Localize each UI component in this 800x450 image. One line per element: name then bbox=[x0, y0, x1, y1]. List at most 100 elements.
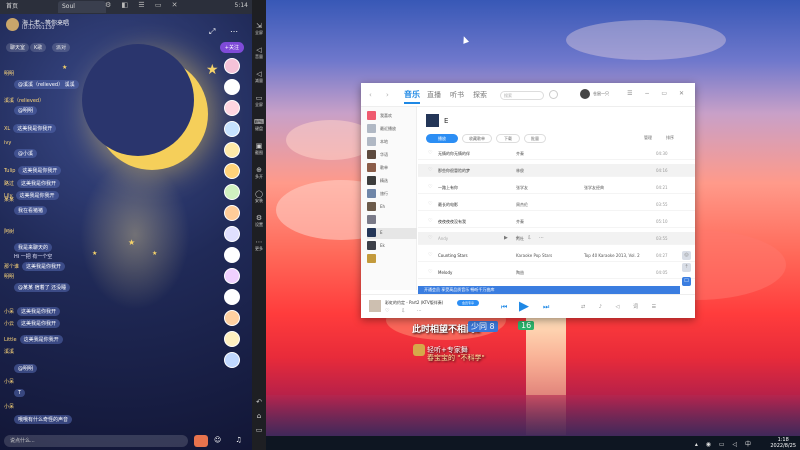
song-artist[interactable]: 周杰伦 bbox=[516, 202, 528, 208]
chat-username[interactable]: 溪溪（relieved） bbox=[4, 98, 44, 104]
sidebar-playlist-item[interactable]: 我喜欢 bbox=[367, 111, 417, 122]
sidebar-playlist-item[interactable]: 本地 bbox=[367, 137, 417, 148]
emulator-button[interactable]: ◁ 音量 bbox=[252, 46, 266, 59]
tab-explore[interactable]: 探索 bbox=[473, 90, 487, 100]
song-title[interactable]: 无情的你无情的伴 bbox=[438, 151, 470, 157]
top-icon[interactable]: ⇡ bbox=[682, 263, 691, 272]
chat-username[interactable]: 那个谁 bbox=[4, 264, 19, 270]
tab-home[interactable]: 首页 bbox=[2, 1, 48, 13]
audience-avatar[interactable] bbox=[224, 268, 240, 284]
chat-username[interactable]: 明明 bbox=[4, 274, 14, 280]
emulator-button[interactable]: ⇲ 全屏 bbox=[252, 22, 266, 35]
heart-icon[interactable]: ♡ bbox=[428, 218, 432, 224]
song-row[interactable]: ♡ Counting Stars Karaoke Pop Stars Top 40 K… bbox=[418, 249, 695, 262]
play-icon[interactable]: ▶ bbox=[519, 299, 529, 314]
play-all-button[interactable]: 播放 bbox=[426, 134, 458, 143]
gift-icon[interactable] bbox=[194, 435, 208, 447]
emulator-nav-button[interactable]: ↶ bbox=[252, 398, 266, 406]
chat-username[interactable]: 小呆 bbox=[4, 309, 14, 315]
song-title[interactable]: 一路上有你 bbox=[438, 185, 458, 191]
heart-icon[interactable]: ♡ bbox=[428, 150, 432, 156]
audience-avatar[interactable] bbox=[224, 331, 240, 347]
listen-recognize-icon[interactable] bbox=[549, 90, 558, 99]
room-tag[interactable]: 派对 bbox=[52, 43, 71, 52]
chat-username[interactable]: 阿树 bbox=[4, 229, 14, 235]
audience-avatar[interactable] bbox=[224, 310, 240, 326]
chat-username[interactable]: Tulip bbox=[4, 168, 15, 174]
song-row[interactable]: ♡ Andy 阿杜 03:55 ▶ + ⇩ ⋯ bbox=[418, 232, 695, 245]
song-artist[interactable]: 齐秦 bbox=[516, 151, 524, 157]
room-tag[interactable]: 聊天室 bbox=[6, 43, 30, 52]
next-icon[interactable]: ⏭ bbox=[543, 303, 549, 312]
song-title[interactable]: Melody bbox=[438, 270, 452, 275]
song-title[interactable]: 夜夜夜夜没有我 bbox=[438, 219, 466, 225]
feedback-icon[interactable]: ☐ bbox=[682, 277, 691, 286]
emulator-nav-button[interactable]: ▭ bbox=[252, 426, 266, 434]
song-album[interactable]: 张学友经典 bbox=[584, 185, 604, 191]
heart-icon[interactable]: ♡ bbox=[428, 201, 432, 207]
emulator-button[interactable]: ⌨ 键盘 bbox=[252, 118, 266, 131]
song-artist[interactable]: 陶喆 bbox=[516, 270, 524, 276]
song-row[interactable]: ♡ 一路上有你 张学友 张学友经典 04:21 bbox=[418, 181, 695, 194]
song-row[interactable]: ♡ 最长的电影 周杰伦 03:55 bbox=[418, 198, 695, 211]
audience-avatar[interactable] bbox=[224, 184, 240, 200]
song-artist[interactable]: 林俊 bbox=[516, 168, 524, 174]
vip-banner[interactable]: 开通会员 享受高品质音乐 畅听千万曲库 bbox=[418, 286, 680, 294]
heart-icon[interactable]: ♡ bbox=[428, 184, 432, 190]
chat-input[interactable]: 说点什么... bbox=[4, 435, 188, 447]
emulator-toolbar-icons[interactable]: ⚙ ◧ ☰ ▭ ✕ bbox=[105, 1, 182, 9]
emulator-button[interactable]: ◁ 减量 bbox=[252, 70, 266, 83]
song-title[interactable]: 最长的电影 bbox=[438, 202, 458, 208]
heart-icon[interactable]: ♡ bbox=[428, 235, 432, 241]
song-title[interactable]: Counting Stars bbox=[438, 253, 468, 258]
song-row[interactable]: ♡ 那些你很冒险的梦 林俊 04:16 bbox=[418, 164, 695, 177]
heart-icon[interactable]: ♡ bbox=[428, 252, 432, 258]
collect-button[interactable]: 收藏歌单 bbox=[462, 134, 492, 143]
batch-button[interactable]: 批量 bbox=[524, 134, 546, 143]
tab-live[interactable]: 直播 bbox=[427, 90, 441, 100]
audience-avatar[interactable] bbox=[224, 142, 240, 158]
sidebar-playlist-item[interactable] bbox=[367, 254, 417, 265]
sidebar-playlist-item[interactable]: 旅行 bbox=[367, 189, 417, 200]
chat-username[interactable]: 小云 bbox=[4, 321, 14, 327]
sort-button[interactable]: 排序 bbox=[666, 135, 674, 141]
locate-icon[interactable]: ◎ bbox=[682, 251, 691, 260]
heart-icon[interactable]: ♡ bbox=[428, 167, 432, 173]
emulator-button[interactable]: ◯ 安装 bbox=[252, 190, 266, 203]
song-title[interactable]: 那些你很冒险的梦 bbox=[438, 168, 470, 174]
audience-avatar[interactable] bbox=[224, 226, 240, 242]
tab-soul[interactable]: Soul bbox=[58, 1, 106, 13]
song-artist[interactable]: 齐秦 bbox=[516, 219, 524, 225]
audience-avatar[interactable] bbox=[224, 79, 240, 95]
emulator-button[interactable]: ⚙ 设置 bbox=[252, 214, 266, 227]
sidebar-playlist-item[interactable]: Ek bbox=[367, 241, 417, 252]
follow-button[interactable]: +关注 bbox=[219, 42, 244, 53]
tab-audiobook[interactable]: 听书 bbox=[450, 90, 464, 100]
emulator-button[interactable]: ▭ 全屏 bbox=[252, 94, 266, 107]
audience-avatar[interactable] bbox=[224, 352, 240, 368]
chat-username[interactable]: XL bbox=[4, 126, 10, 132]
emulator-button[interactable]: ⊕ 多开 bbox=[252, 166, 266, 179]
audience-avatar[interactable] bbox=[224, 289, 240, 305]
row-hover-actions[interactable]: ▶ + ⇩ ⋯ bbox=[504, 235, 547, 241]
chat-username[interactable]: 溪溪 bbox=[4, 349, 14, 355]
song-row[interactable]: ♡ Melody 陶喆 04:05 bbox=[418, 266, 695, 279]
now-playing-cover[interactable] bbox=[369, 300, 381, 312]
audience-avatar[interactable] bbox=[224, 205, 240, 221]
chat-username[interactable]: Little bbox=[4, 337, 17, 343]
chat-username[interactable]: 小呆 bbox=[4, 379, 14, 385]
system-tray-icons[interactable]: ▴ ◉ ▭ ◁ 中 bbox=[695, 439, 754, 448]
avatar[interactable] bbox=[580, 89, 590, 99]
window-controls[interactable]: ☰ − ▭ ✕ bbox=[627, 90, 689, 97]
room-top-icons[interactable]: ⤢ ⋯ bbox=[209, 27, 244, 37]
tab-music[interactable]: 音乐 bbox=[404, 89, 420, 100]
heart-icon[interactable]: ♡ bbox=[428, 269, 432, 275]
song-artist[interactable]: Karaoke Pop Stars bbox=[516, 253, 552, 258]
sidebar-playlist-item[interactable]: 精选 bbox=[367, 176, 417, 187]
chat-username[interactable]: 小呆 bbox=[4, 404, 14, 410]
audience-avatar[interactable] bbox=[224, 163, 240, 179]
room-avatar[interactable] bbox=[6, 18, 19, 31]
chat-username[interactable]: ivy bbox=[4, 140, 11, 146]
song-row[interactable]: ♡ 夜夜夜夜没有我 齐秦 05:10 bbox=[418, 215, 695, 228]
chat-username[interactable]: 路过 bbox=[4, 181, 14, 187]
